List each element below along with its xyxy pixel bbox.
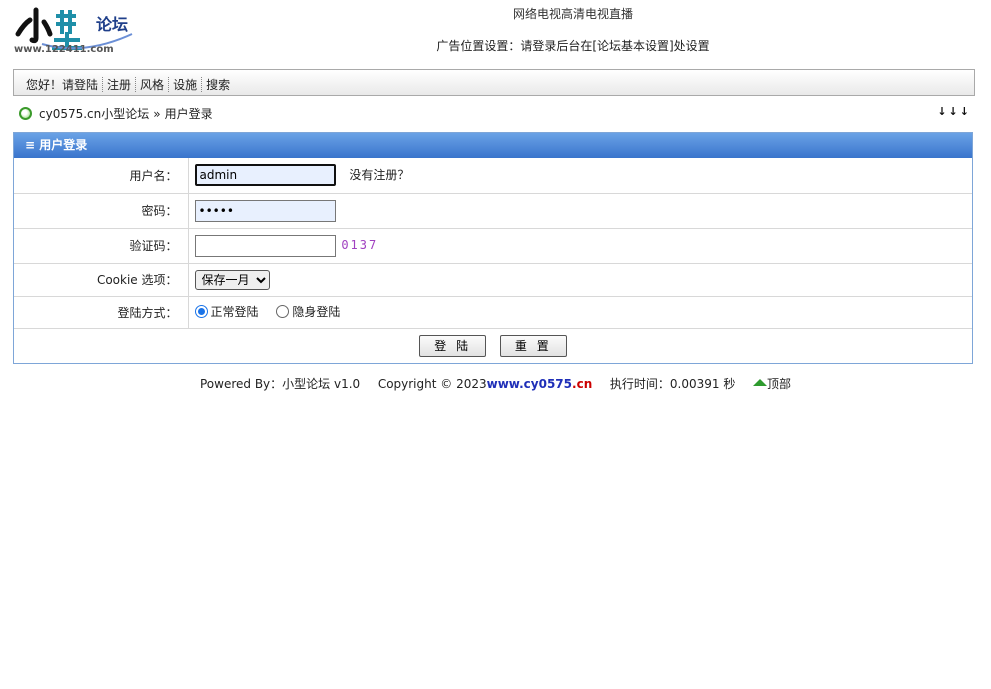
home-circle-icon bbox=[19, 107, 32, 120]
powered-by: Powered By：小型论坛 v1.0 bbox=[199, 377, 361, 391]
back-to-top-label: 顶部 bbox=[767, 377, 792, 391]
login-button[interactable]: 登 陆 bbox=[419, 334, 487, 357]
footer-site-tld: .cn bbox=[572, 377, 593, 391]
nav-login[interactable]: 请登陆 bbox=[62, 76, 98, 93]
footer: Powered By：小型论坛 v1.0 Copyright © 2023www… bbox=[0, 375, 991, 392]
mode-normal-option[interactable]: 正常登陆 bbox=[194, 303, 259, 320]
password-input[interactable] bbox=[194, 199, 336, 222]
captcha-input[interactable] bbox=[194, 234, 336, 257]
cookie-row: Cookie 选项： 保存一月 bbox=[14, 262, 972, 296]
breadcrumb-site-link[interactable]: cy0575.cn小型论坛 bbox=[39, 105, 149, 122]
nav-separator bbox=[135, 77, 137, 92]
nav-register[interactable]: 注册 bbox=[107, 76, 131, 93]
breadcrumb-current: 用户登录 bbox=[164, 107, 213, 121]
ad-notice: 广告位置设置：请登录后台在[论坛基本设置]处设置 bbox=[436, 39, 710, 53]
nav-facilities[interactable]: 设施 bbox=[173, 76, 197, 93]
username-label: 用户名： bbox=[14, 158, 189, 193]
copyright: Copyright © 2023 bbox=[377, 377, 487, 391]
back-to-top[interactable]: 顶部 bbox=[753, 377, 791, 391]
nav-greeting: 您好！ bbox=[26, 78, 63, 92]
footer-site-link[interactable]: www.cy0575.cn bbox=[487, 377, 593, 391]
mode-normal-radio[interactable] bbox=[194, 305, 208, 318]
nav-separator bbox=[168, 77, 170, 92]
up-arrow-icon bbox=[753, 379, 767, 386]
mode-hidden-radio[interactable] bbox=[276, 305, 290, 318]
mode-hidden-option[interactable]: 隐身登陆 bbox=[276, 303, 340, 320]
captcha-label: 验证码： bbox=[14, 227, 189, 263]
exec-time: 执行时间：0.00391 秒 bbox=[609, 377, 736, 391]
nav-search[interactable]: 搜索 bbox=[206, 76, 230, 93]
register-link[interactable]: 没有注册？ bbox=[349, 168, 409, 182]
mode-hidden-label: 隐身登陆 bbox=[292, 305, 341, 319]
login-panel: ≡ 用户登录 用户名： 没有注册？ 密码： 验证码： 0137 Cookie 选… bbox=[13, 132, 973, 364]
password-label: 密码： bbox=[14, 192, 189, 228]
captcha-row: 验证码： 0137 bbox=[14, 227, 972, 263]
username-row: 用户名： 没有注册？ bbox=[14, 158, 972, 193]
cookie-label: Cookie 选项： bbox=[14, 262, 189, 296]
breadcrumb-separator: » bbox=[153, 106, 161, 121]
username-input[interactable] bbox=[194, 164, 336, 187]
login-form: 用户名： 没有注册？ 密码： 验证码： 0137 Cookie 选项： 保存一月 bbox=[14, 158, 972, 363]
mode-normal-label: 正常登陆 bbox=[210, 305, 259, 319]
tv-link[interactable]: 网络电视高清电视直播 bbox=[0, 5, 991, 22]
top-nav: 您好！ 请登陆 注册 风格 设施 搜索 bbox=[13, 69, 975, 96]
button-row: 登 陆 重 置 bbox=[14, 327, 972, 363]
captcha-code[interactable]: 0137 bbox=[341, 238, 378, 252]
nav-style[interactable]: 风格 bbox=[140, 76, 164, 93]
nav-separator bbox=[102, 77, 104, 92]
reset-button[interactable]: 重 置 bbox=[499, 334, 567, 357]
nav-separator bbox=[201, 77, 203, 92]
expand-arrows-icon[interactable]: ↓↓↓ bbox=[937, 105, 971, 118]
login-mode-label: 登陆方式： bbox=[14, 295, 189, 328]
footer-site-main: www.cy0575 bbox=[486, 377, 573, 391]
panel-title: ≡ 用户登录 bbox=[14, 133, 972, 158]
cookie-select[interactable]: 保存一月 bbox=[194, 269, 270, 290]
login-mode-row: 登陆方式： 正常登陆 隐身登陆 bbox=[14, 295, 972, 328]
password-row: 密码： bbox=[14, 192, 972, 228]
breadcrumb: cy0575.cn小型论坛 » 用户登录 bbox=[19, 105, 213, 122]
